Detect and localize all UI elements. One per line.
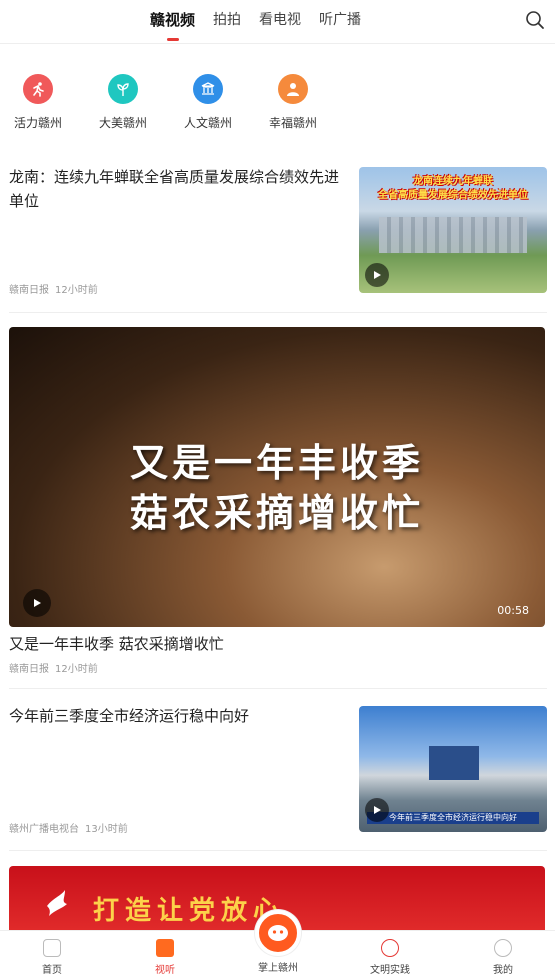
- tab-radio[interactable]: 听广播: [319, 10, 361, 30]
- tab-video[interactable]: 赣视频: [150, 10, 195, 41]
- video-caption: 菇农采摘增收忙: [129, 490, 424, 535]
- article-time: 13小时前: [85, 824, 128, 835]
- thumbnail-caption: 全省高质量发展综合绩效先进单位: [378, 190, 528, 201]
- list-item[interactable]: 又是一年丰收季 菇农采摘增收忙 赣南日报 12小时前: [9, 632, 547, 675]
- person-icon: [278, 74, 308, 104]
- article-time: 12小时前: [55, 285, 98, 296]
- list-item[interactable]: 今年前三季度全市经济运行稳中向好 赣州广播电视台 13小时前 今年前三季度全市经济…: [9, 704, 547, 835]
- video-caption: 又是一年丰收季: [129, 440, 424, 485]
- nav-label: 视听: [155, 965, 175, 975]
- category-label: 大美赣州: [98, 116, 147, 130]
- tab-paipai[interactable]: 拍拍: [213, 10, 241, 30]
- nav-label: 文明实践: [370, 965, 410, 975]
- article-meta: 赣南日报 12小时前: [9, 660, 547, 675]
- top-tab-bar: 赣视频 拍拍 看电视 听广播: [0, 0, 555, 44]
- category-shortcuts: 活力赣州 大美赣州 人文赣州 幸福赣州: [0, 74, 555, 134]
- category-happiness[interactable]: 幸福赣州: [258, 74, 328, 131]
- pocket-ganzhou-button[interactable]: [255, 910, 301, 956]
- running-icon: [23, 74, 53, 104]
- article-source: 赣州广播电视台: [9, 824, 79, 835]
- article-meta: 赣南日报 12小时前: [9, 281, 98, 296]
- nav-civilization[interactable]: 文明实践: [360, 939, 420, 975]
- article-thumbnail[interactable]: 今年前三季度全市经济运行稳中向好: [359, 706, 547, 832]
- list-item[interactable]: 龙南：连续九年蝉联全省高质量发展综合绩效先进单位 赣南日报 12小时前 龙南连续九…: [9, 165, 547, 296]
- article-thumbnail[interactable]: 龙南连续九年蝉联 全省高质量发展综合绩效先进单位: [359, 167, 547, 293]
- article-title: 龙南：连续九年蝉联全省高质量发展综合绩效先进单位: [9, 168, 340, 210]
- nav-profile[interactable]: 我的: [473, 939, 533, 975]
- nav-label: 我的: [493, 965, 513, 975]
- thumbnail-caption: 龙南连续九年蝉联: [413, 176, 493, 187]
- nav-pocket-ganzhou[interactable]: 掌上赣州: [248, 959, 308, 974]
- nav-label: 首页: [42, 965, 62, 975]
- play-icon[interactable]: [365, 798, 389, 822]
- article-source: 赣南日报: [9, 285, 49, 296]
- article-meta: 赣州广播电视台 13小时前: [9, 820, 128, 835]
- category-label: 人文赣州: [183, 116, 232, 130]
- tab-tv[interactable]: 看电视: [259, 10, 301, 30]
- category-label: 活力赣州: [13, 116, 62, 130]
- article-time: 12小时前: [55, 664, 98, 675]
- plant-icon: [108, 74, 138, 104]
- nav-label: 掌上赣州: [258, 963, 298, 974]
- nav-home[interactable]: 首页: [22, 939, 82, 975]
- mascot-icon: [268, 925, 288, 941]
- divider: [9, 688, 547, 689]
- video-duration: 00:58: [497, 604, 529, 617]
- category-label: 幸福赣州: [268, 116, 317, 130]
- article-source: 赣南日报: [9, 664, 49, 675]
- search-icon[interactable]: [525, 10, 545, 30]
- banner-text: 打造让党放心: [93, 896, 286, 926]
- category-vitality[interactable]: 活力赣州: [3, 74, 73, 131]
- tv-icon: [156, 939, 174, 957]
- featured-video[interactable]: 又是一年丰收季 菇农采摘增收忙 00:58: [9, 327, 545, 627]
- category-beauty[interactable]: 大美赣州: [88, 74, 158, 131]
- divider: [9, 312, 547, 313]
- home-icon: [43, 939, 61, 957]
- play-icon[interactable]: [23, 589, 51, 617]
- play-icon[interactable]: [365, 263, 389, 287]
- dove-icon: [47, 890, 67, 916]
- building-shape: [429, 746, 479, 780]
- category-culture[interactable]: 人文赣州: [173, 74, 243, 131]
- channel-tabs: 赣视频 拍拍 看电视 听广播: [150, 10, 379, 41]
- target-icon: [381, 939, 399, 957]
- culture-icon: [193, 74, 223, 104]
- divider: [9, 850, 547, 851]
- nav-media[interactable]: 视听: [135, 939, 195, 975]
- article-title: 今年前三季度全市经济运行稳中向好: [9, 707, 250, 725]
- thumbnail-caption: 今年前三季度全市经济运行稳中向好: [367, 812, 539, 824]
- city-skyline: [379, 217, 527, 253]
- profile-icon: [494, 939, 512, 957]
- article-title: 又是一年丰收季 菇农采摘增收忙: [9, 635, 224, 653]
